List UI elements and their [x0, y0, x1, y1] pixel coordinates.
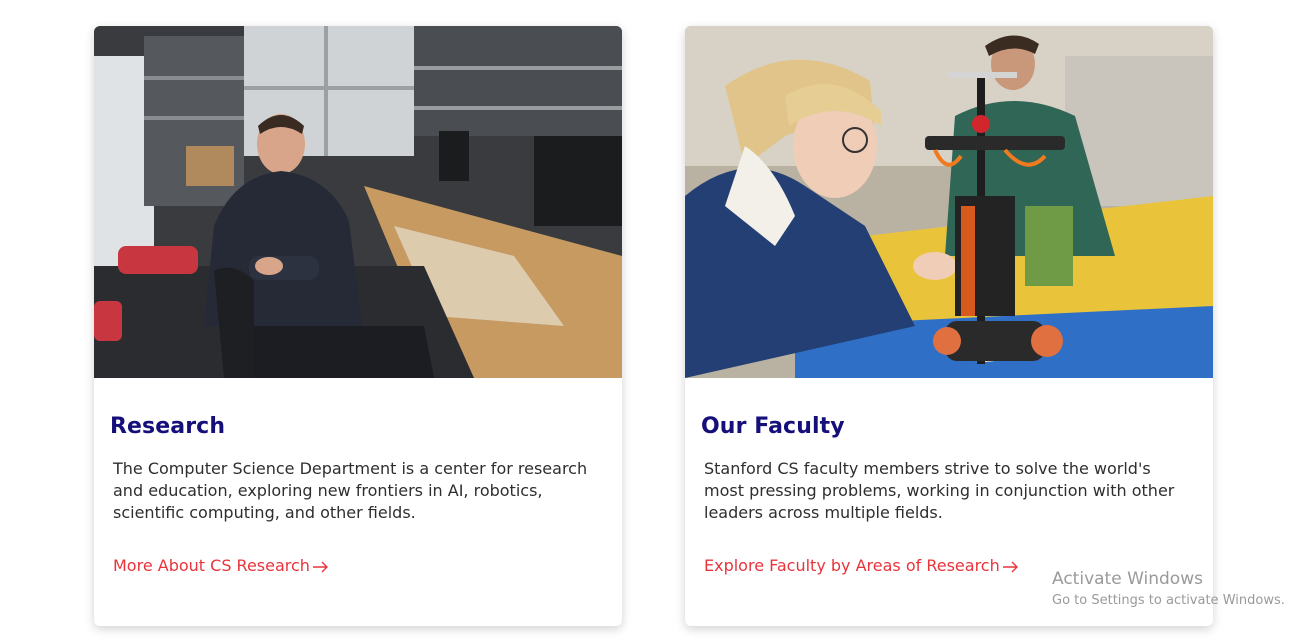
research-photo — [94, 26, 622, 378]
research-card: Research The Computer Science Department… — [94, 26, 622, 626]
research-title: Research — [110, 414, 226, 439]
research-link-label: More About CS Research — [113, 556, 310, 575]
faculty-photo — [685, 26, 1213, 378]
research-description: The Computer Science Department is a cen… — [113, 459, 588, 522]
arrow-right-icon — [312, 561, 328, 572]
faculty-card: Our Faculty Stanford CS faculty members … — [685, 26, 1213, 626]
faculty-title: Our Faculty — [701, 414, 845, 439]
faculty-description: Stanford CS faculty members strive to so… — [704, 459, 1175, 522]
arrow-right-icon — [1002, 561, 1018, 572]
faculty-link[interactable]: Explore Faculty by Areas of Research — [704, 556, 1019, 575]
research-link[interactable]: More About CS Research — [113, 556, 329, 575]
faculty-link-label: Explore Faculty by Areas of Research — [704, 556, 1000, 575]
